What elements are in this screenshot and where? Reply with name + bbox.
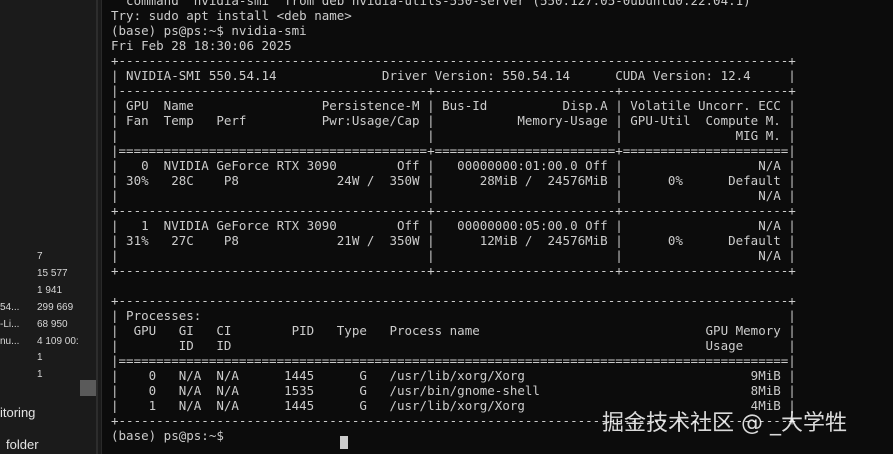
terminal-line: |=======================================… bbox=[111, 143, 796, 158]
terminal-line: +---------------------------------------… bbox=[111, 293, 796, 308]
watermark: 掘金技术社区 @ _大学牲 bbox=[602, 411, 847, 436]
terminal-line: Fri Feb 28 18:30:06 2025 bbox=[111, 38, 292, 53]
terminal-line: +---------------------------------------… bbox=[111, 203, 796, 218]
terminal-line: | 30% 28C P8 24W / 350W | 28MiB / 24576M… bbox=[111, 173, 796, 188]
monitoring-label[interactable]: itoring bbox=[0, 405, 35, 420]
panel-divider[interactable] bbox=[96, 0, 98, 454]
folder-label[interactable]: folder bbox=[6, 437, 39, 452]
terminal-line: +---------------------------------------… bbox=[111, 263, 796, 278]
terminal-line: | ID ID Usage | bbox=[111, 338, 796, 353]
terminal-output: command 'nvidia-smi' from deb nvidia-uti… bbox=[111, 0, 796, 443]
scrollbar-thumb[interactable] bbox=[80, 380, 96, 396]
list-item-name: nu... bbox=[0, 336, 20, 347]
terminal-line: | GPU GI CI PID Type Process name GPU Me… bbox=[111, 323, 796, 338]
terminal-line: | 0 N/A N/A 1445 G /usr/lib/xorg/Xorg 9M… bbox=[111, 368, 796, 383]
terminal-line: | NVIDIA-SMI 550.54.14 Driver Version: 5… bbox=[111, 68, 796, 83]
list-item-value: 68 950 bbox=[37, 319, 68, 330]
list-item-value: 4 109 00: bbox=[37, 336, 79, 347]
terminal-line: | 0 NVIDIA GeForce RTX 3090 Off | 000000… bbox=[111, 158, 796, 173]
terminal-line: | | | MIG M. | bbox=[111, 128, 796, 143]
list-item-value: 1 941 bbox=[37, 285, 63, 296]
terminal-line: command 'nvidia-smi' from deb nvidia-uti… bbox=[111, 0, 751, 8]
terminal-line: | GPU Name Persistence-M | Bus-Id Disp.A… bbox=[111, 98, 796, 113]
list-item-name: 54... bbox=[0, 302, 20, 313]
list-item-value: 299 669 bbox=[37, 302, 74, 313]
list-item-value: 7 bbox=[37, 251, 43, 262]
list-item-name: -Li... bbox=[0, 319, 20, 330]
terminal-line: | 0 N/A N/A 1535 G /usr/bin/gnome-shell … bbox=[111, 383, 796, 398]
left-panel: 7 15 577 1 941 54... 299 669 -Li... 68 9… bbox=[0, 0, 101, 454]
list-item-value: 1 bbox=[37, 352, 43, 363]
terminal-line: | 1 NVIDIA GeForce RTX 3090 Off | 000000… bbox=[111, 218, 796, 233]
terminal-line: | Processes: | bbox=[111, 308, 796, 323]
terminal-line: | | | N/A | bbox=[111, 188, 796, 203]
list-item-value: 1 bbox=[37, 369, 43, 380]
screen: 7 15 577 1 941 54... 299 669 -Li... 68 9… bbox=[0, 0, 893, 454]
terminal-line: | Fan Temp Perf Pwr:Usage/Cap | Memory-U… bbox=[111, 113, 796, 128]
terminal-line: (base) ps@ps:~$ nvidia-smi bbox=[111, 23, 307, 38]
terminal-line: Try: sudo apt install <deb name> bbox=[111, 8, 352, 23]
terminal-line: |=======================================… bbox=[111, 353, 796, 368]
list-item-value: 15 577 bbox=[37, 268, 68, 279]
terminal-line: | | | N/A | bbox=[111, 248, 796, 263]
terminal-window[interactable]: command 'nvidia-smi' from deb nvidia-uti… bbox=[101, 0, 893, 454]
terminal-line: | 31% 27C P8 21W / 350W | 12MiB / 24576M… bbox=[111, 233, 796, 248]
terminal-cursor bbox=[340, 436, 348, 449]
terminal-line: +---------------------------------------… bbox=[111, 53, 796, 68]
terminal-line: |---------------------------------------… bbox=[111, 83, 796, 98]
